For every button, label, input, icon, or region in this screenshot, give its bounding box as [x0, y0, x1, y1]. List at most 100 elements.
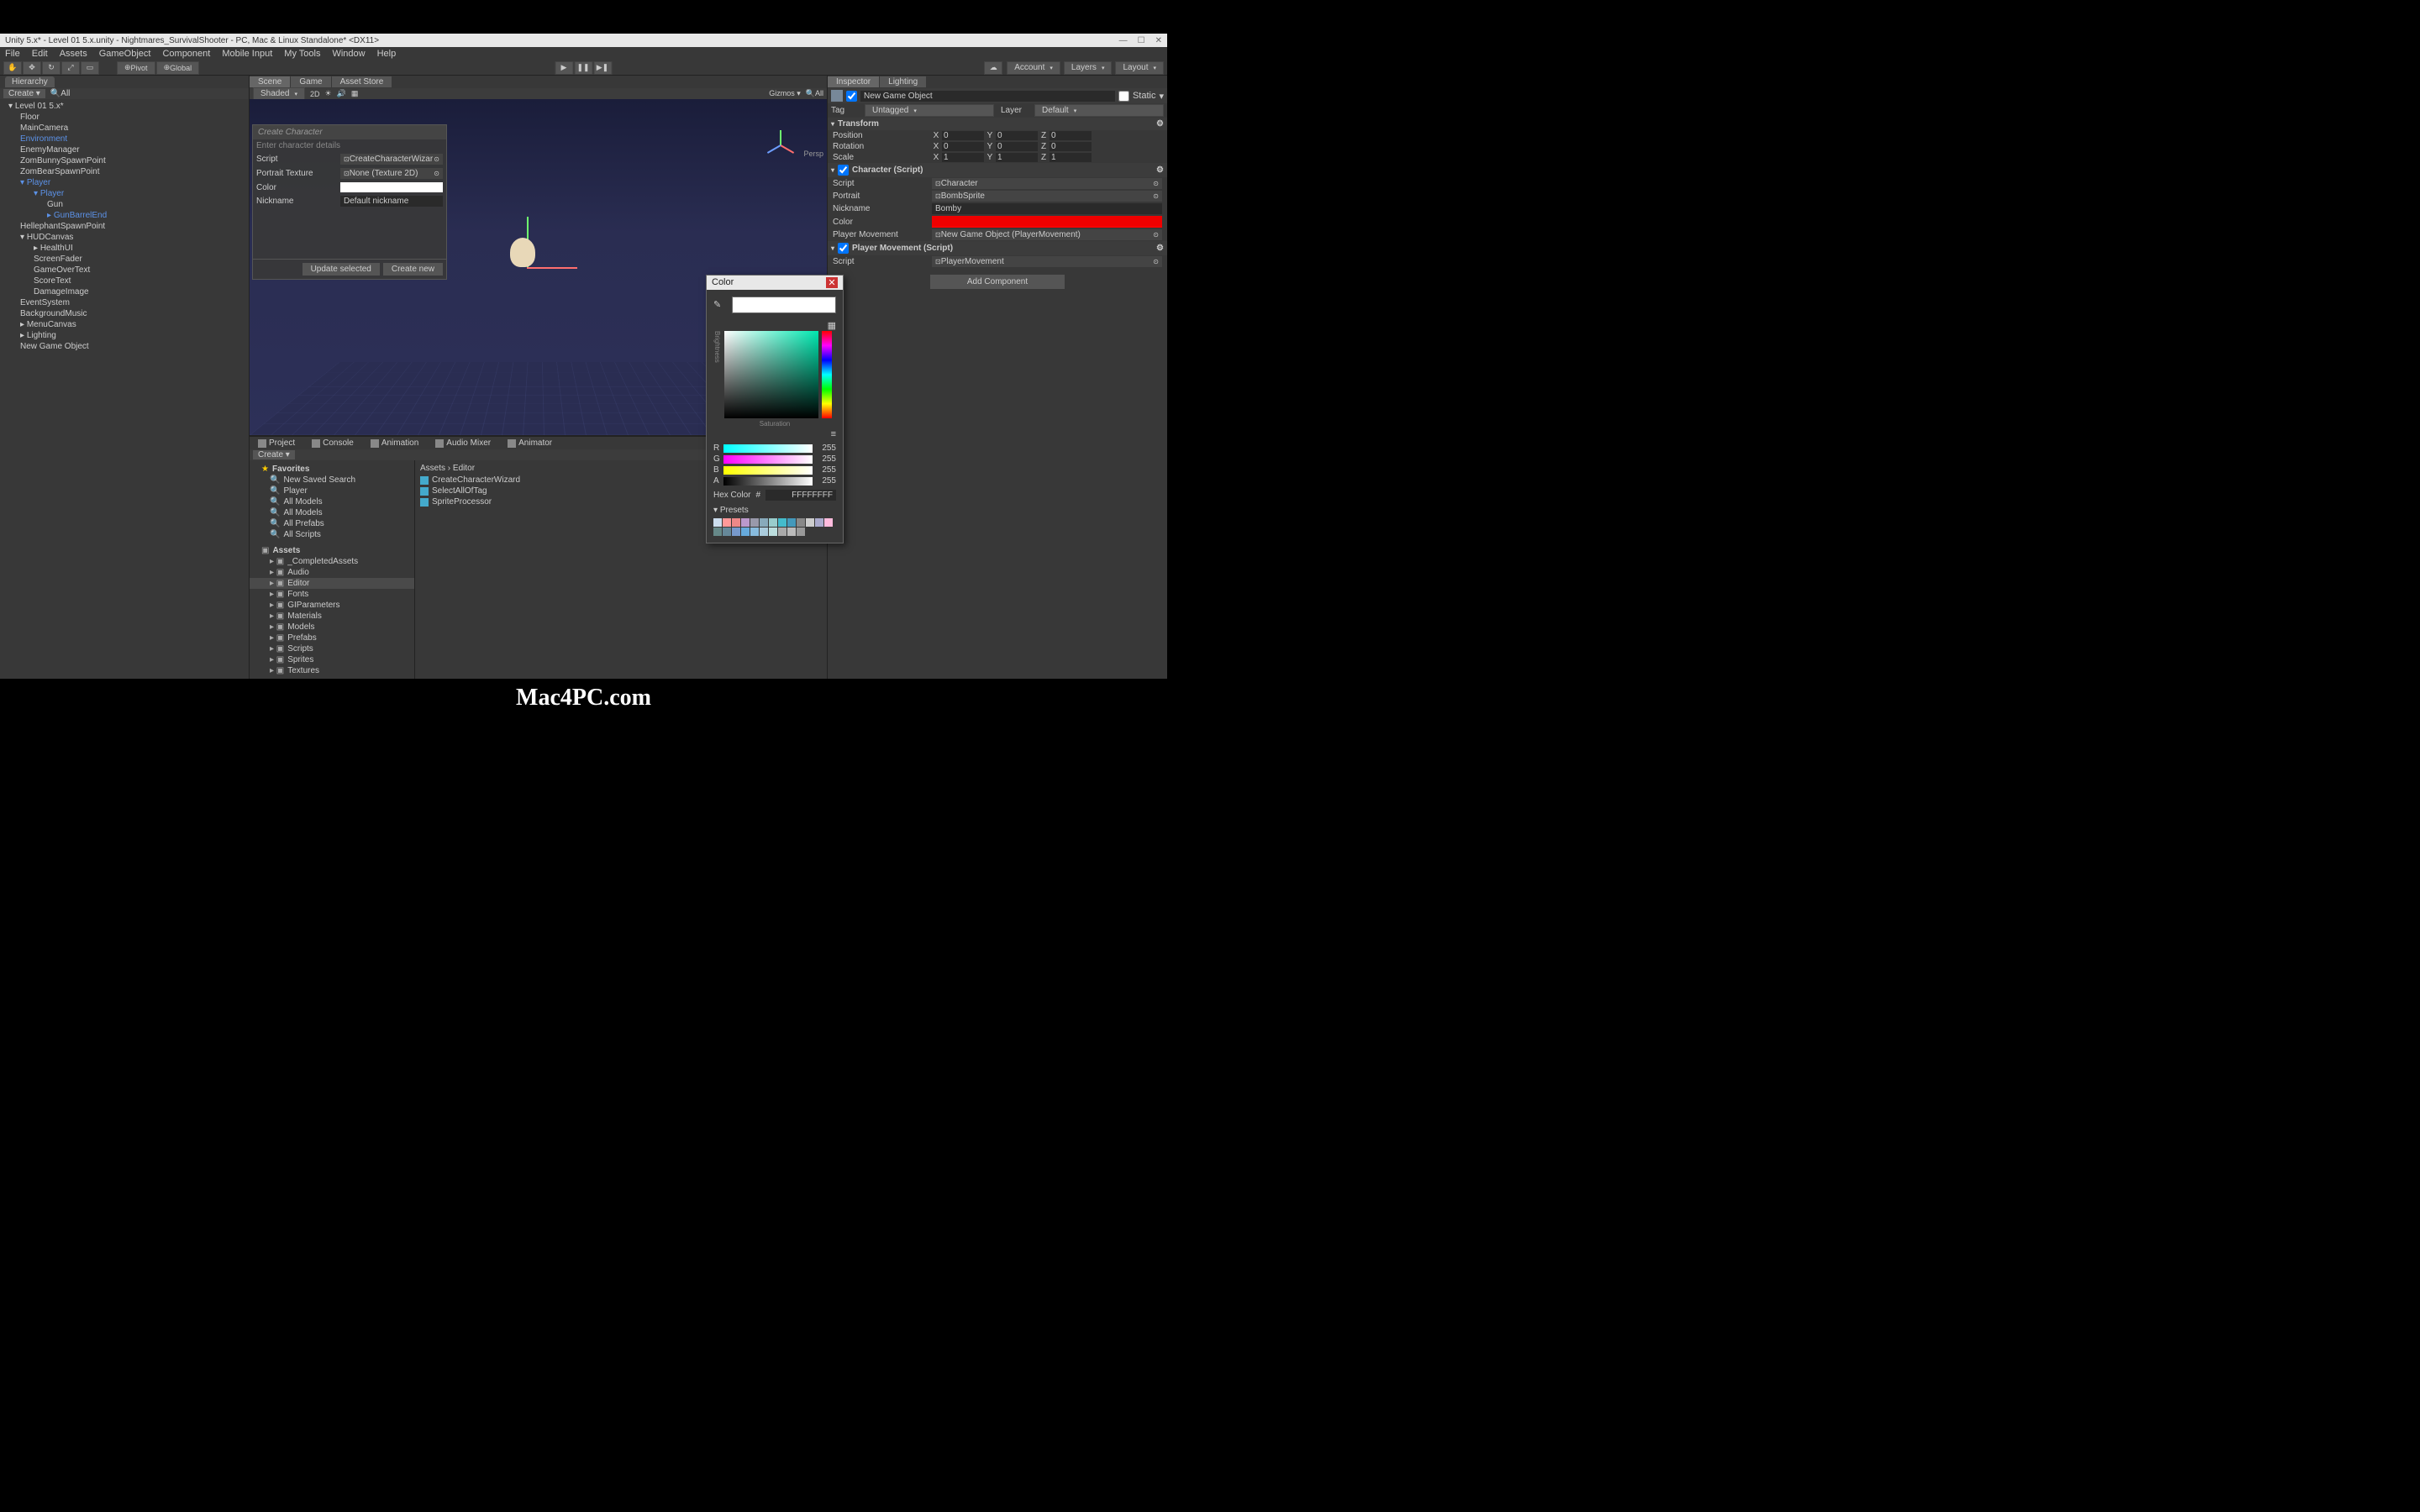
rotate-tool-icon[interactable]: ↻	[42, 61, 60, 75]
audio-toggle-icon[interactable]: 🔊	[337, 89, 346, 98]
playermovement-script-component[interactable]: Player Movement (Script)⚙	[828, 241, 1167, 255]
wizard-color-field[interactable]	[340, 182, 443, 192]
hierarchy-create-dropdown[interactable]: Create ▾	[3, 89, 45, 98]
color-swatch[interactable]	[760, 528, 768, 536]
color-swatch[interactable]	[769, 528, 777, 536]
char-playermove-field[interactable]: New Game Object (PlayerMovement)	[932, 229, 1162, 240]
scale-z[interactable]	[1050, 153, 1092, 162]
tab-lighting[interactable]: Lighting	[880, 76, 926, 87]
hierarchy-item[interactable]: New Game Object	[0, 341, 249, 352]
hierarchy-item[interactable]: GameOverText	[0, 265, 249, 276]
color-swatch[interactable]	[815, 518, 823, 527]
rot-x[interactable]	[942, 142, 984, 151]
color-swatch[interactable]	[797, 518, 805, 527]
project-folder[interactable]: ▸ ▣_CompletedAssets	[250, 556, 414, 567]
char-color-field[interactable]	[932, 216, 1162, 228]
hierarchy-item[interactable]: HellephantSpawnPoint	[0, 221, 249, 232]
menu-file[interactable]: File	[5, 49, 20, 59]
tab-audiomixer[interactable]: Audio Mixer	[427, 438, 499, 449]
hierarchy-item[interactable]: ScreenFader	[0, 254, 249, 265]
favorite-item[interactable]: 🔍All Scripts	[250, 529, 414, 540]
fx-toggle-icon[interactable]: ▦	[351, 89, 359, 98]
tab-assetstore[interactable]: Asset Store	[332, 76, 392, 87]
b-slider[interactable]	[723, 466, 813, 475]
menu-gameobject[interactable]: GameObject	[99, 49, 151, 59]
account-dropdown[interactable]: Account	[1007, 61, 1060, 75]
play-button-icon[interactable]: ▶	[555, 61, 573, 75]
char-nickname-input[interactable]: Bomby	[932, 203, 1162, 214]
character-script-component[interactable]: Character (Script)⚙	[828, 163, 1167, 177]
global-toggle[interactable]: ⊕ Global	[156, 61, 200, 75]
favorite-item[interactable]: 🔍All Models	[250, 507, 414, 518]
layers-dropdown[interactable]: Layers	[1064, 61, 1113, 75]
gameobject-icon[interactable]	[831, 90, 843, 102]
rect-tool-icon[interactable]: ▭	[81, 61, 99, 75]
pivot-toggle[interactable]: ⊕ Pivot	[117, 61, 155, 75]
menu-component[interactable]: Component	[162, 49, 210, 59]
color-swatch[interactable]	[778, 528, 786, 536]
wizard-portrait-field[interactable]: None (Texture 2D)	[340, 168, 443, 179]
project-folder[interactable]: ▸ ▣Audio	[250, 567, 414, 578]
color-swatch[interactable]	[741, 518, 750, 527]
tab-game[interactable]: Game	[291, 76, 330, 87]
hierarchy-item[interactable]: EnemyManager	[0, 144, 249, 155]
scale-x[interactable]	[942, 153, 984, 162]
project-folder[interactable]: ▸ ▣Models	[250, 622, 414, 633]
project-folder[interactable]: ▸ ▣Sprites	[250, 654, 414, 665]
hex-input[interactable]: FFFFFFFF	[765, 490, 836, 501]
tab-project[interactable]: Project	[250, 438, 303, 449]
color-swatch[interactable]	[797, 528, 805, 536]
hierarchy-item[interactable]: Player	[0, 188, 249, 199]
menu-window[interactable]: Window	[332, 49, 365, 59]
project-folder[interactable]: ▸ ▣Fonts	[250, 589, 414, 600]
shading-dropdown[interactable]: Shaded	[253, 87, 305, 100]
gizmos-dropdown[interactable]: Gizmos ▾	[769, 89, 801, 98]
light-toggle-icon[interactable]: ☀	[325, 89, 332, 98]
favorite-item[interactable]: 🔍All Prefabs	[250, 518, 414, 529]
hierarchy-item[interactable]: ScoreText	[0, 276, 249, 286]
color-swatch[interactable]	[760, 518, 768, 527]
favorite-item[interactable]: 🔍All Models	[250, 496, 414, 507]
project-folder[interactable]: ▸ ▣Scripts	[250, 643, 414, 654]
menu-mobileinput[interactable]: Mobile Input	[222, 49, 272, 59]
hierarchy-item[interactable]: GunBarrelEnd	[0, 210, 249, 221]
color-swatch[interactable]	[778, 518, 786, 527]
layout-dropdown[interactable]: Layout	[1115, 61, 1164, 75]
project-create-dropdown[interactable]: Create ▾	[253, 450, 295, 459]
project-folder[interactable]: ▸ ▣Prefabs	[250, 633, 414, 643]
hierarchy-item[interactable]: BackgroundMusic	[0, 308, 249, 319]
favorites-header[interactable]: ★Favorites	[250, 464, 414, 475]
tab-animator[interactable]: Animator	[499, 438, 560, 449]
project-folder[interactable]: ▸ ▣GIParameters	[250, 600, 414, 611]
tab-inspector[interactable]: Inspector	[828, 76, 879, 87]
maximize-icon[interactable]: ☐	[1138, 36, 1145, 45]
tab-animation[interactable]: Animation	[362, 438, 427, 449]
color-swatch[interactable]	[750, 528, 759, 536]
close-icon[interactable]: ✕	[1155, 36, 1162, 45]
hierarchy-item[interactable]: DamageImage	[0, 286, 249, 297]
a-slider[interactable]	[723, 477, 813, 486]
scene-search[interactable]: 🔍All	[806, 89, 823, 98]
color-swatch[interactable]	[787, 528, 796, 536]
menu-help[interactable]: Help	[377, 49, 397, 59]
color-swatch[interactable]	[769, 518, 777, 527]
color-swatch[interactable]	[732, 518, 740, 527]
color-swatch[interactable]	[806, 518, 814, 527]
rot-y[interactable]	[996, 142, 1038, 151]
move-tool-icon[interactable]: ✥	[23, 61, 41, 75]
color-picker-close-icon[interactable]: ✕	[826, 277, 838, 288]
hierarchy-item[interactable]: HealthUI	[0, 243, 249, 254]
step-button-icon[interactable]: ▶❚	[593, 61, 612, 75]
hierarchy-item[interactable]: HUDCanvas	[0, 232, 249, 243]
pos-z[interactable]	[1050, 131, 1092, 140]
2d-toggle[interactable]: 2D	[310, 90, 320, 98]
update-selected-button[interactable]: Update selected	[302, 263, 380, 276]
project-folder[interactable]: ▸ ▣Materials	[250, 611, 414, 622]
hierarchy-item[interactable]: Environment	[0, 134, 249, 144]
minimize-icon[interactable]: —	[1119, 36, 1128, 45]
char-script-field[interactable]: Character	[932, 178, 1162, 189]
orientation-gizmo[interactable]	[760, 124, 802, 166]
wizard-script-field[interactable]: CreateCharacterWizar	[340, 154, 443, 165]
favorite-item[interactable]: 🔍New Saved Search	[250, 475, 414, 486]
pm-script-field[interactable]: PlayerMovement	[932, 256, 1162, 267]
